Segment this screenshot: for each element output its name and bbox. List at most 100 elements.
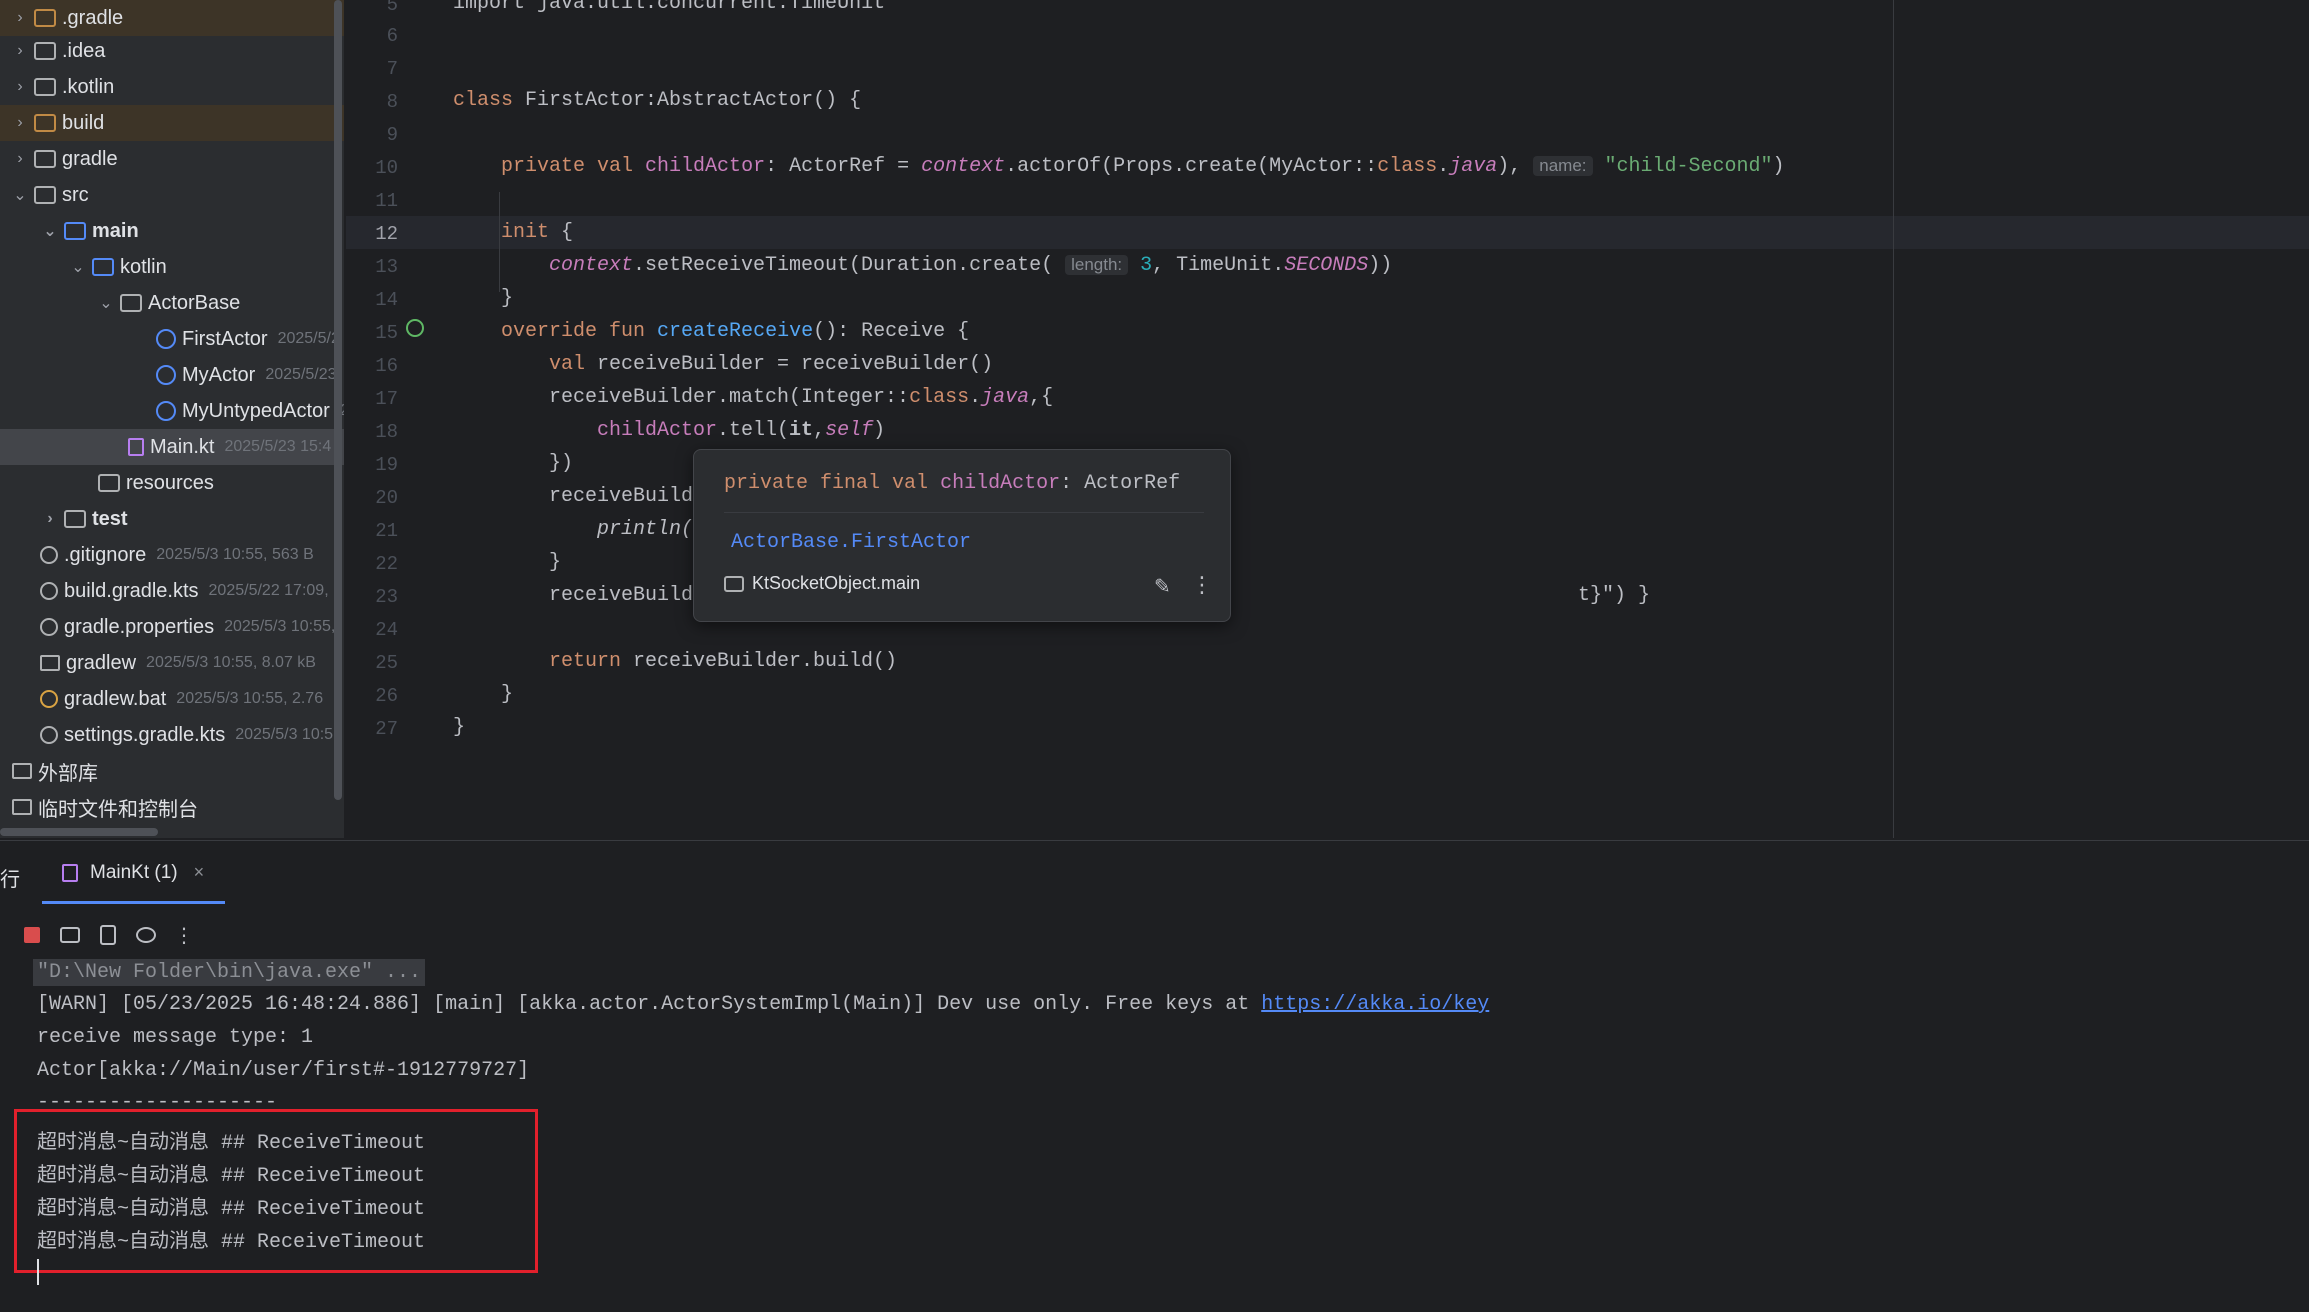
- line-number: 20: [375, 487, 398, 509]
- tree-item-build[interactable]: › build: [0, 105, 344, 141]
- tree-item-build-gradle-kts[interactable]: build.gradle.kts 2025/5/22 17:09,: [0, 573, 329, 609]
- folder-icon: [34, 150, 56, 168]
- gauge-icon: [136, 927, 156, 943]
- run-tool-window: 行 MainKt (1) × ⋮ "D:\New Folder\bin\java…: [0, 840, 2309, 1312]
- folder-icon: [34, 42, 56, 60]
- tree-item-settings-gradle-kts[interactable]: settings.gradle.kts 2025/5/3 10:5: [0, 717, 333, 753]
- tree-item-myactor[interactable]: MyActor 2025/5/23: [0, 357, 337, 393]
- line-number: 21: [375, 520, 398, 542]
- chevron-down-icon[interactable]: ⌄: [40, 221, 60, 241]
- tree-item-dot-gradle[interactable]: › .gradle: [0, 0, 344, 36]
- code-line-16: val receiveBuilder = receiveBuilder(): [549, 353, 994, 376]
- chevron-right-icon[interactable]: ›: [10, 78, 30, 96]
- tree-vertical-scrollbar[interactable]: [334, 0, 342, 800]
- popup-class-link[interactable]: ActorBase.FirstActor: [731, 531, 971, 554]
- chevron-down-icon[interactable]: ⌄: [96, 293, 116, 313]
- code-line-27: }: [453, 716, 466, 739]
- chevron-down-icon[interactable]: ⌄: [68, 257, 88, 277]
- highlight-annotation-box: [14, 1109, 538, 1273]
- stop-button[interactable]: [15, 918, 49, 952]
- akka-key-link[interactable]: https://akka.io/key: [1261, 993, 1489, 1016]
- folder-icon: [34, 78, 56, 96]
- code-line-12: init {: [501, 221, 574, 244]
- quick-documentation-popup[interactable]: private final val childActor: ActorRef A…: [693, 449, 1231, 622]
- line-number: 27: [375, 718, 398, 740]
- folder-icon: [34, 186, 56, 204]
- batch-file-icon: [40, 690, 58, 708]
- chevron-right-icon[interactable]: ›: [40, 510, 60, 528]
- chevron-right-icon[interactable]: ›: [10, 42, 30, 60]
- code-line-23-tail: t}") }: [1578, 584, 1651, 607]
- kotlin-run-icon: [62, 863, 78, 882]
- kotlin-file-icon: [128, 438, 144, 456]
- module-icon: [724, 575, 744, 592]
- tree-item-gradle-properties[interactable]: gradle.properties 2025/5/3 10:55,: [0, 609, 335, 645]
- line-number: 18: [375, 421, 398, 443]
- library-icon: [12, 763, 32, 779]
- terminal-icon: [40, 655, 60, 671]
- line-number: 23: [375, 586, 398, 608]
- more-actions-button[interactable]: ⋮: [167, 918, 201, 952]
- camera-icon: [60, 927, 80, 943]
- tree-item-scratches[interactable]: 临时文件和控制台: [0, 789, 198, 825]
- package-icon: [120, 294, 142, 312]
- run-panel-label: 行: [0, 869, 20, 891]
- tree-item-gradle[interactable]: › gradle: [0, 141, 117, 177]
- chevron-right-icon[interactable]: ›: [10, 9, 30, 27]
- code-line-5: import java.util.concurrent.TimeUnit: [453, 0, 886, 15]
- tree-item-external-libraries[interactable]: 外部库: [0, 753, 98, 789]
- gradle-icon: [40, 726, 58, 744]
- code-line-19: }): [549, 452, 574, 475]
- console-line: --------------------: [37, 1091, 278, 1105]
- tree-horizontal-scrollbar[interactable]: [0, 828, 158, 836]
- tree-item-actorbase[interactable]: ⌄ ActorBase: [0, 285, 240, 321]
- tree-item-main[interactable]: ⌄ main: [0, 213, 138, 249]
- code-line-17: receiveBuilder.match(Integer::class.java…: [549, 386, 1054, 409]
- popup-divider: [724, 512, 1204, 513]
- tree-item-myuntypedactor[interactable]: MyUntypedActor 2: [0, 393, 344, 429]
- tree-item-src[interactable]: ⌄ src: [0, 177, 88, 213]
- code-line-25: return receiveBuilder.build(): [549, 650, 898, 673]
- line-number: 22: [375, 553, 398, 575]
- chevron-down-icon[interactable]: ⌄: [10, 185, 30, 205]
- tab-mainkt[interactable]: MainKt (1) ×: [42, 841, 204, 904]
- override-gutter-icon[interactable]: [406, 319, 424, 337]
- tree-item-kotlin-dir[interactable]: › .kotlin: [0, 69, 114, 105]
- tree-item-firstactor[interactable]: FirstActor 2025/5/2: [0, 321, 340, 357]
- code-line-14: }: [501, 287, 514, 310]
- more-options-icon[interactable]: ⋮: [1191, 572, 1213, 598]
- code-line-10: private val childActor: ActorRef = conte…: [501, 155, 1785, 178]
- chevron-right-icon[interactable]: ›: [10, 150, 30, 168]
- tree-item-kotlin[interactable]: ⌄ kotlin: [0, 249, 166, 285]
- code-line-8: class FirstActor:AbstractActor() {: [453, 89, 862, 112]
- line-number: 5: [386, 0, 398, 16]
- project-tree: › .gradle › .idea › .kotlin › build › gr…: [0, 0, 344, 838]
- code-line-13: context.setReceiveTimeout(Duration.creat…: [549, 254, 1393, 277]
- tree-item-resources[interactable]: resources: [0, 465, 214, 501]
- tree-item-gradlew[interactable]: gradlew 2025/5/3 10:55, 8.07 kB: [0, 645, 316, 681]
- tree-item-gitignore[interactable]: .gitignore 2025/5/3 10:55, 563 B: [0, 537, 314, 573]
- code-editor[interactable]: 5 6 7 8 9 10 11 12 13 14 15 16 17 18 19 …: [346, 0, 2309, 838]
- line-number: 25: [375, 652, 398, 674]
- tree-item-main-kt[interactable]: Main.kt 2025/5/23 15:4: [0, 429, 344, 465]
- screenshot-button[interactable]: [53, 918, 87, 952]
- exit-button[interactable]: [91, 918, 125, 952]
- tree-item-idea[interactable]: › .idea: [0, 33, 105, 69]
- gradle-icon: [40, 582, 58, 600]
- code-line-20: receiveBuild: [549, 485, 694, 508]
- code-line-18: childActor.tell(it,self): [597, 419, 886, 442]
- more-options-icon: ⋮: [174, 924, 194, 947]
- tree-item-test[interactable]: › test: [0, 501, 127, 537]
- code-line-23: receiveBuild: [549, 584, 694, 607]
- test-folder-icon: [64, 510, 86, 528]
- line-number: 10: [375, 157, 398, 179]
- tree-item-gradlew-bat[interactable]: gradlew.bat 2025/5/3 10:55, 2.76: [0, 681, 323, 717]
- popup-signature: private final val childActor: ActorRef: [724, 472, 1181, 495]
- module-folder-icon: [64, 222, 86, 240]
- console-command-line: "D:\New Folder\bin\java.exe" ...: [33, 959, 426, 986]
- profiler-button[interactable]: [129, 918, 163, 952]
- close-icon[interactable]: ×: [194, 862, 205, 883]
- chevron-right-icon[interactable]: ›: [10, 114, 30, 132]
- stop-icon: [24, 927, 40, 943]
- edit-pencil-icon[interactable]: ✎: [1154, 574, 1171, 599]
